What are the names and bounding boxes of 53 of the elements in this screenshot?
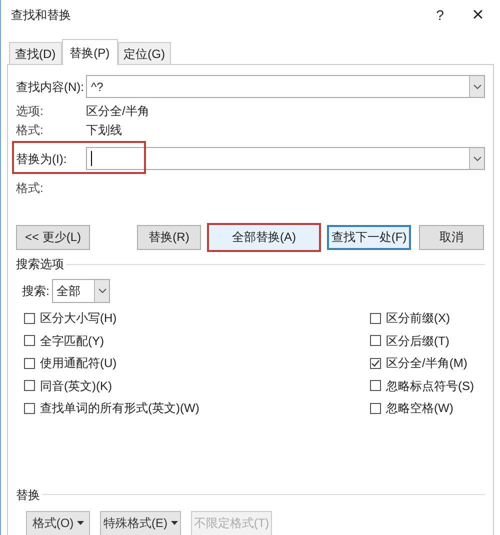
checkbox-label: 区分全/半角(M): [386, 355, 468, 372]
help-button[interactable]: ?: [430, 4, 450, 26]
checkbox[interactable]: [370, 380, 381, 392]
checkbox[interactable]: [24, 358, 35, 369]
option-value: 下划线: [86, 122, 122, 138]
button[interactable]: 替换(R): [137, 224, 201, 250]
section-title: 搜索选项: [16, 256, 64, 273]
checkbox[interactable]: [370, 335, 381, 346]
field-label: 格式:: [16, 122, 44, 138]
checkbox-label: 区分大小写(H): [40, 310, 117, 328]
window-title: 查找和替换: [11, 7, 72, 24]
button[interactable]: 取消: [419, 224, 484, 250]
field-label: 选项:: [16, 102, 44, 120]
checkbox-label: 使用通配符(U): [40, 355, 117, 372]
checkbox-label: 忽略标点符号(S): [386, 378, 474, 395]
button[interactable]: 全部替换(A): [207, 222, 321, 252]
checkbox-label: 忽略空格(W): [386, 400, 454, 418]
section-title: 替换: [16, 486, 40, 504]
checkbox[interactable]: [24, 335, 35, 346]
find-field[interactable]: ^?: [86, 75, 485, 98]
field-label: 查找内容(N):: [16, 78, 85, 96]
button[interactable]: 查找下一处(F): [327, 224, 411, 250]
checkbox-label: 查找单词的所有形式(英文)(W): [40, 400, 200, 418]
chevron-icon: [472, 156, 482, 162]
button[interactable]: << 更少(L): [16, 224, 90, 250]
checkbox[interactable]: [24, 380, 35, 392]
checkbox[interactable]: [24, 312, 35, 324]
dropdown-button[interactable]: [469, 76, 484, 97]
tab[interactable]: 替换(P): [62, 39, 118, 65]
search-dropdown[interactable]: 全部: [52, 279, 110, 303]
chevron-icon: [98, 288, 107, 294]
checkbox-label: 全字匹配(Y): [40, 332, 104, 350]
button: 不限定格式(T): [191, 510, 272, 535]
button[interactable]: 格式(O): [26, 510, 90, 535]
button[interactable]: 特殊格式(E): [100, 510, 181, 535]
checkbox-label: 区分后缀(T): [386, 332, 450, 350]
checkbox[interactable]: [370, 358, 381, 369]
field-label: 搜索:: [22, 283, 50, 300]
field-label: 格式:: [16, 180, 44, 196]
checkbox[interactable]: [370, 402, 381, 414]
replace-field[interactable]: [86, 147, 485, 170]
checkbox[interactable]: [370, 312, 381, 324]
chevron-icon: [472, 84, 482, 90]
dropdown-button[interactable]: [94, 280, 110, 302]
checkbox[interactable]: [24, 402, 35, 414]
dropdown-button[interactable]: [469, 148, 484, 169]
field-label: 替换为(I):: [16, 150, 68, 168]
checkbox-label: 区分前缀(X): [386, 310, 450, 328]
close-button[interactable]: ×: [468, 5, 488, 25]
option-value: 区分全/半角: [86, 102, 150, 120]
checkbox-label: 同音(英文)(K): [40, 378, 112, 395]
tab[interactable]: 定位(G): [118, 42, 171, 64]
tab[interactable]: 查找(D): [9, 42, 62, 64]
